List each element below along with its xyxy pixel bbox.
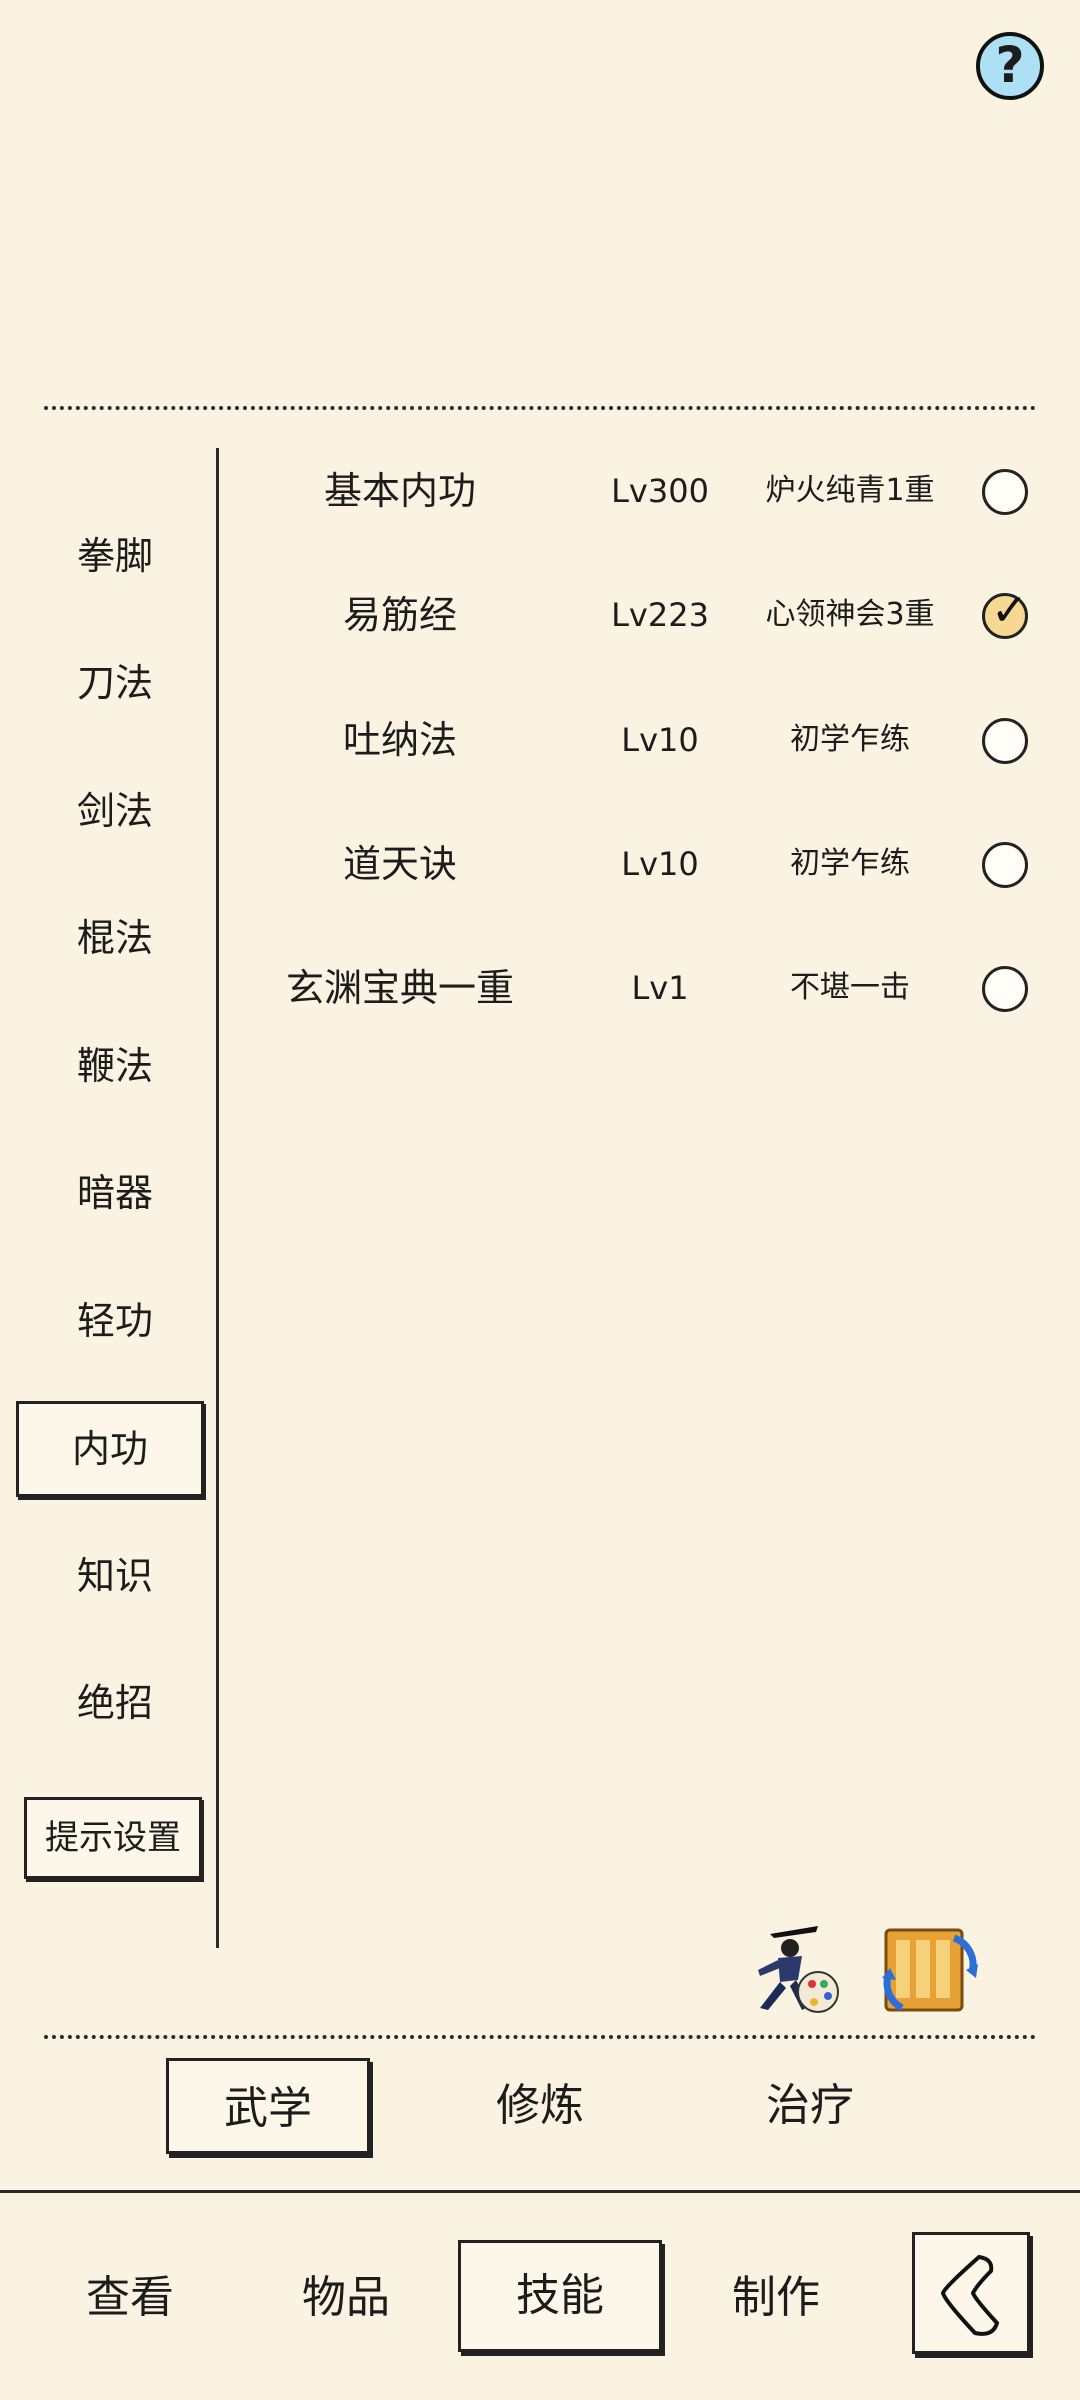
category-jianfa[interactable]: 剑法: [20, 771, 210, 851]
skill-rank: 不堪一击: [790, 970, 910, 1005]
skill-rank: 初学乍练: [790, 846, 910, 881]
nav-separator: [0, 2190, 1080, 2193]
skill-row[interactable]: 基本内功 Lv300 炉火纯青1重: [230, 446, 1050, 536]
help-button[interactable]: ?: [976, 32, 1044, 100]
skill-level: Lv223: [611, 596, 709, 634]
skill-row[interactable]: 玄渊宝典一重 Lv1 不堪一击: [230, 943, 1050, 1033]
checkmark-icon: ✓: [991, 585, 1028, 636]
category-daofa[interactable]: 刀法: [20, 643, 210, 723]
skill-row[interactable]: 易筋经 Lv223 心领神会3重 ✓: [230, 570, 1050, 660]
skill-rank: 炉火纯青1重: [765, 473, 935, 508]
equip-radio[interactable]: [982, 718, 1028, 764]
category-qinggong[interactable]: 轻功: [20, 1281, 210, 1361]
back-button[interactable]: [912, 2232, 1030, 2354]
category-juezhao[interactable]: 绝招: [20, 1663, 210, 1743]
tip-settings-button[interactable]: 提示设置: [24, 1797, 202, 1879]
nav-chakan[interactable]: 查看: [40, 2248, 220, 2348]
nav-wupin[interactable]: 物品: [256, 2248, 436, 2348]
equip-radio[interactable]: [982, 842, 1028, 888]
skill-name: 基本内功: [323, 469, 476, 513]
equip-radio-checked[interactable]: ✓: [982, 586, 1028, 639]
tab-wuxue[interactable]: 武学: [166, 2058, 370, 2154]
category-anqi[interactable]: 暗器: [20, 1153, 210, 1233]
skill-level: Lv1: [631, 969, 689, 1007]
category-neigong[interactable]: 内功: [16, 1401, 204, 1497]
category-zhishi[interactable]: 知识: [20, 1536, 210, 1616]
tab-zhiliao[interactable]: 治疗: [710, 2058, 910, 2154]
category-gunfa[interactable]: 棍法: [20, 898, 210, 978]
skill-level: Lv10: [621, 845, 699, 883]
skill-name: 玄渊宝典一重: [285, 966, 514, 1010]
martial-artist-palette-icon[interactable]: [740, 1918, 846, 2024]
tab-xiulian[interactable]: 修炼: [440, 2058, 640, 2154]
skill-level: Lv10: [621, 721, 699, 759]
skill-name: 易筋经: [342, 593, 457, 637]
skill-level: Lv300: [611, 472, 709, 510]
sidebar-divider: [216, 448, 219, 1948]
bottom-divider: [44, 2035, 1036, 2039]
skill-row[interactable]: 吐纳法 Lv10 初学乍练: [230, 695, 1050, 785]
nav-jineng[interactable]: 技能: [458, 2240, 662, 2352]
top-divider: [44, 406, 1036, 410]
skill-name: 吐纳法: [342, 718, 457, 762]
equip-radio[interactable]: [982, 966, 1028, 1012]
skill-name: 道天诀: [342, 842, 457, 886]
category-quanjiao[interactable]: 拳脚: [20, 516, 210, 596]
skill-rank: 初学乍练: [790, 722, 910, 757]
nav-zhizuo[interactable]: 制作: [686, 2248, 866, 2348]
skill-rank: 心领神会3重: [765, 597, 935, 632]
category-bianfa[interactable]: 鞭法: [20, 1026, 210, 1106]
skill-row[interactable]: 道天诀 Lv10 初学乍练: [230, 819, 1050, 909]
back-icon: [940, 2254, 1000, 2336]
scroll-swap-icon[interactable]: [876, 1916, 984, 2022]
equip-radio[interactable]: [982, 469, 1028, 515]
